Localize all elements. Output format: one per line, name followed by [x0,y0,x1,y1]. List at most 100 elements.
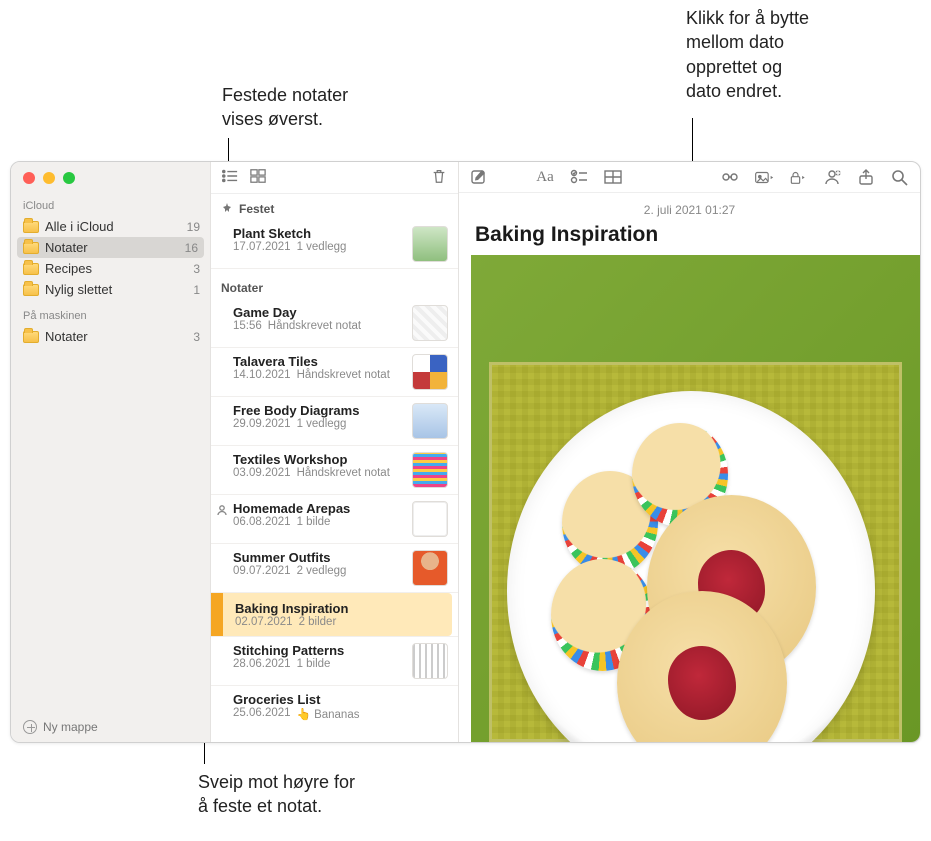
sidebar-section-header: iCloud [11,190,210,216]
note-editor: Aa [459,162,920,742]
note-item-talavera[interactable]: Talavera Tiles 14.10.2021Håndskrevet not… [211,348,458,397]
pinned-header: Festet [211,194,458,220]
sidebar-item-label: Alle i iCloud [45,219,181,234]
sidebar-item-count: 3 [193,330,200,344]
notes-window: iCloud Alle i iCloud 19 Notater 16 Recip… [10,161,921,743]
sidebar-item-recipes[interactable]: Recipes 3 [11,258,210,279]
note-item-textiles[interactable]: Textiles Workshop 03.09.2021Håndskrevet … [211,446,458,495]
sidebar: iCloud Alle i iCloud 19 Notater 16 Recip… [11,162,211,742]
note-meta: 1 vedlegg [297,418,347,430]
folder-icon [23,331,39,343]
sidebar-item-count: 16 [185,241,198,255]
note-meta: 1 vedlegg [297,241,347,253]
note-date: 15:56 [233,320,262,332]
note-date: 06.08.2021 [233,516,291,528]
folder-icon [23,242,39,254]
media-icon[interactable] [754,168,774,186]
note-item-summer[interactable]: Summer Outfits 09.07.2021 2 vedlegg [211,544,458,593]
callout-swipe: Sveip mot høyre for å feste et notat. [198,770,355,819]
note-item-baking-swiped[interactable]: Baking Inspiration 02.07.2021 2 bilder [211,593,458,637]
note-title: Game Day [233,305,404,320]
lock-icon[interactable] [788,168,808,186]
sidebar-item-count: 19 [187,220,200,234]
note-item-game-day[interactable]: Game Day 15:56 Håndskrevet notat [211,299,458,348]
note-meta: 2 bilder [299,616,337,628]
sidebar-item-local-notater[interactable]: Notater 3 [11,326,210,347]
note-item-plant-sketch[interactable]: Plant Sketch 17.07.2021 1 vedlegg [211,220,458,269]
sidebar-section-header: På maskinen [11,300,210,326]
note-thumbnail [412,501,448,537]
zoom-icon[interactable] [63,172,75,184]
note-thumbnail [412,354,448,390]
note-title-display[interactable]: Baking Inspiration [459,221,920,255]
new-folder-button[interactable]: Ny mappe [11,712,210,742]
share-icon[interactable] [856,168,876,186]
note-title: Summer Outfits [233,550,404,565]
folder-icon [23,263,39,275]
note-thumbnail [412,452,448,488]
shared-icon [215,503,229,517]
note-meta: 1 bilde [297,658,331,670]
note-thumbnail [412,305,448,341]
collaborate-icon[interactable] [822,168,842,186]
trash-icon[interactable] [430,168,448,187]
note-title: Baking Inspiration [235,601,442,616]
note-meta: 1 bilde [297,516,331,528]
note-date: 09.07.2021 [233,565,291,577]
folder-icon [23,221,39,233]
gallery-view-icon[interactable] [249,168,267,187]
search-icon[interactable] [890,168,910,186]
sidebar-item-count: 3 [193,262,200,276]
note-date: 25.06.2021 [233,707,291,721]
note-title: Groceries List [233,692,448,707]
window-controls [11,162,210,190]
sidebar-item-notater[interactable]: Notater 16 [17,237,204,258]
sidebar-item-count: 1 [193,283,200,297]
note-date: 17.07.2021 [233,241,291,253]
note-title: Plant Sketch [233,226,404,241]
note-thumbnail [412,550,448,586]
note-meta: Håndskrevet notat [297,467,390,479]
note-title: Stitching Patterns [233,643,404,658]
note-title: Talavera Tiles [233,354,404,369]
note-image[interactable] [471,255,920,742]
note-thumbnail [412,403,448,439]
note-title: Free Body Diagrams [233,403,404,418]
pinned-header-label: Festet [239,202,274,216]
new-folder-label: Ny mappe [43,720,98,734]
sidebar-item-label: Recipes [45,261,187,276]
note-item-fbd[interactable]: Free Body Diagrams 29.09.20211 vedlegg [211,397,458,446]
note-title: Homemade Arepas [233,501,404,516]
note-meta: 👆 Bananas [297,707,360,721]
list-view-icon[interactable] [221,168,239,187]
note-date: 14.10.2021 [233,369,291,381]
close-icon[interactable] [23,172,35,184]
table-icon[interactable] [603,168,623,186]
note-meta: Håndskrevet notat [268,320,361,332]
compose-icon[interactable] [469,168,489,186]
swipe-pin-action[interactable] [211,593,223,636]
note-item-baking[interactable]: Baking Inspiration 02.07.2021 2 bilder [223,593,452,636]
minimize-icon[interactable] [43,172,55,184]
format-icon[interactable]: Aa [535,168,555,186]
link-icon[interactable] [720,168,740,186]
editor-toolbar: Aa [459,162,920,193]
note-date: 02.07.2021 [235,616,293,628]
checklist-icon[interactable] [569,168,589,186]
callout-pinned: Festede notater vises øverst. [222,83,348,132]
note-title: Textiles Workshop [233,452,404,467]
note-thumbnail [412,643,448,679]
note-thumbnail [412,226,448,262]
note-item-arepas[interactable]: Homemade Arepas 06.08.2021 1 bilde [211,495,458,544]
folder-icon [23,284,39,296]
sidebar-item-recently-deleted[interactable]: Nylig slettet 1 [11,279,210,300]
note-list-body[interactable]: Festet Plant Sketch 17.07.20211 vedlegg … [211,194,458,742]
note-item-groceries[interactable]: Groceries List 25.06.2021 👆 Bananas [211,686,458,727]
note-meta: 2 vedlegg [297,565,347,577]
sidebar-item-all-icloud[interactable]: Alle i iCloud 19 [11,216,210,237]
callout-date-toggle: Klikk for å bytte mellom dato opprettet … [686,6,809,103]
note-date-display[interactable]: 2. juli 2021 01:27 [459,193,920,221]
sidebar-item-label: Notater [45,329,187,344]
sidebar-item-label: Nylig slettet [45,282,187,297]
note-item-stitching[interactable]: Stitching Patterns 28.06.20211 bilde [211,637,458,686]
